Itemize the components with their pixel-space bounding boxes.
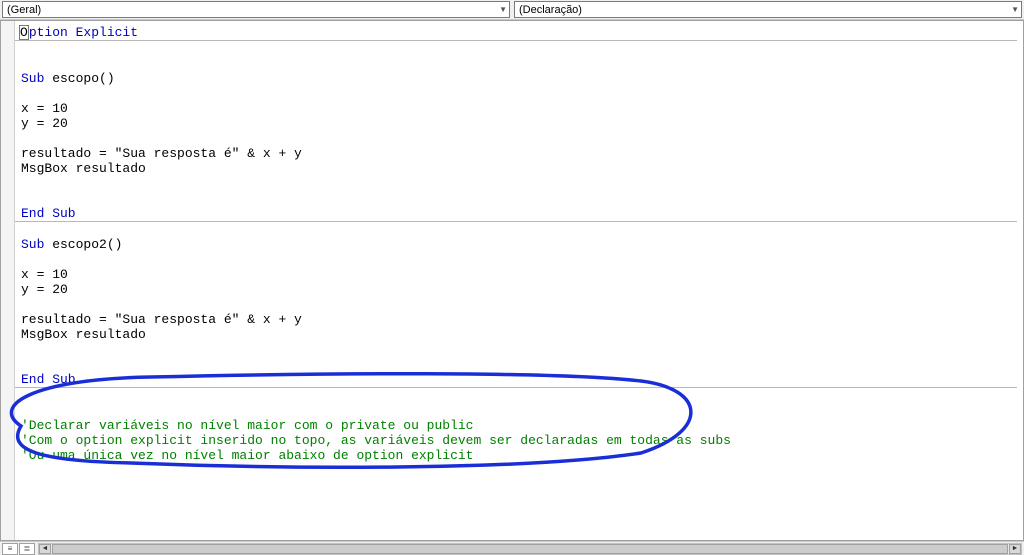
code-text: MsgBox resultado	[21, 161, 146, 176]
view-mode-buttons: ≡ ≣	[2, 543, 36, 555]
proc-separator	[15, 221, 1017, 222]
chevron-down-icon: ▼	[1011, 5, 1019, 14]
editor-bottom-bar: ≡ ≣ ◄ ►	[0, 541, 1024, 555]
dropdown-bar: (Geral) ▼ (Declaração) ▼	[0, 0, 1024, 20]
chevron-down-icon: ▼	[499, 5, 507, 14]
proc-separator	[15, 40, 1017, 41]
code-text: x = 10	[21, 267, 68, 282]
code-text: y = 20	[21, 282, 68, 297]
scroll-thumb[interactable]	[52, 544, 1008, 554]
code-comment: 'Declarar variáveis no nível maior com o…	[21, 418, 473, 433]
code-editor: Option Explicit Sub escopo() x = 10 y = …	[0, 20, 1024, 541]
code-text: escopo()	[44, 71, 114, 86]
code-comment: 'Ou uma única vez no nível maior abaixo …	[21, 448, 473, 463]
code-text: escopo2()	[44, 237, 122, 252]
code-text: MsgBox resultado	[21, 327, 146, 342]
scroll-right-arrow-icon[interactable]: ►	[1009, 544, 1021, 554]
code-keyword: Sub	[21, 71, 44, 86]
object-dropdown-label: (Geral)	[7, 4, 41, 16]
proc-separator	[15, 387, 1017, 388]
code-keyword: End Sub	[21, 372, 76, 387]
scroll-left-arrow-icon[interactable]: ◄	[39, 544, 51, 554]
code-text: resultado = "Sua resposta é" & x + y	[21, 146, 302, 161]
code-comment: 'Com o option explicit inserido no topo,…	[21, 433, 731, 448]
code-area[interactable]: Option Explicit Sub escopo() x = 10 y = …	[15, 21, 1023, 540]
text-cursor: O	[19, 25, 29, 40]
code-text: x = 10	[21, 101, 68, 116]
code-text: y = 20	[21, 116, 68, 131]
code-keyword: ption Explicit	[29, 25, 138, 40]
object-dropdown[interactable]: (Geral) ▼	[2, 1, 510, 18]
procedure-dropdown[interactable]: (Declaração) ▼	[514, 1, 1022, 18]
editor-margin	[1, 21, 15, 540]
code-keyword: End Sub	[21, 206, 76, 221]
procedure-dropdown-label: (Declaração)	[519, 4, 582, 16]
code-text: resultado = "Sua resposta é" & x + y	[21, 312, 302, 327]
code-keyword: Sub	[21, 237, 44, 252]
horizontal-scrollbar[interactable]: ◄ ►	[38, 543, 1022, 555]
view-full-module-button[interactable]: ≣	[19, 543, 35, 555]
view-procedure-button[interactable]: ≡	[2, 543, 18, 555]
